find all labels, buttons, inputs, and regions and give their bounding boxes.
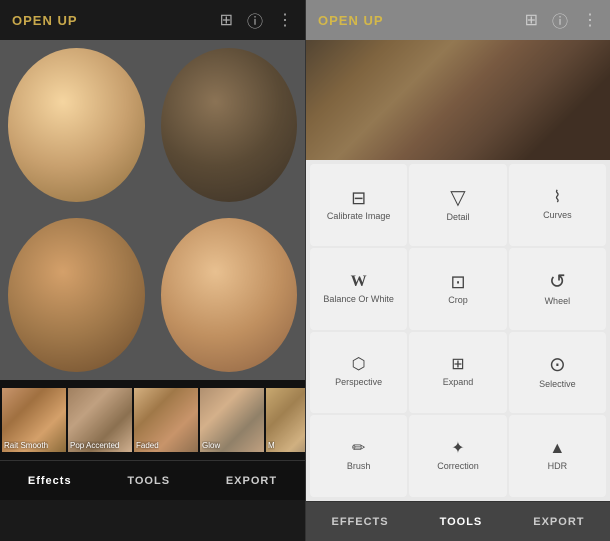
correction-label: Correction <box>437 461 479 471</box>
more-icon[interactable]: ⋮ <box>277 10 293 30</box>
perspective-label: Perspective <box>335 377 382 387</box>
right-preview-image <box>306 40 610 160</box>
calibrate-label: Calibrate Image <box>327 211 391 221</box>
right-layers-icon[interactable]: ⊞ <box>525 10 538 30</box>
tool-detail[interactable]: ▽ Detail <box>409 164 506 246</box>
tool-correction[interactable]: ✦ Correction <box>409 415 506 497</box>
crop-icon: ⊡ <box>450 273 465 291</box>
tool-crop[interactable]: ⊡ Crop <box>409 248 506 330</box>
tool-calibrate[interactable]: ⊟ Calibrate Image <box>310 164 407 246</box>
funko-top-left <box>8 48 145 202</box>
thumbnail-2[interactable]: Faded <box>134 388 198 452</box>
right-nav-export[interactable]: EXPORT <box>525 512 592 532</box>
main-image <box>0 40 305 380</box>
detail-label: Detail <box>446 212 469 222</box>
tool-hdr[interactable]: ▲ HDR <box>509 415 606 497</box>
curves-icon: ⌇ <box>553 190 561 206</box>
hdr-label: HDR <box>548 461 568 471</box>
right-bottom-nav: EFFECTS TOOLS EXPORT <box>306 501 610 541</box>
perspective-icon: ⬡ <box>352 357 366 373</box>
tool-brush[interactable]: ✏ Brush <box>310 415 407 497</box>
nav-tools[interactable]: TOOLS <box>119 471 178 491</box>
left-app-title: OPEN UP <box>12 13 78 28</box>
right-preview <box>306 40 610 160</box>
correction-icon: ✦ <box>451 441 464 457</box>
right-more-icon[interactable]: ⋮ <box>582 10 598 30</box>
brush-label: Brush <box>347 461 371 471</box>
left-bottom-nav: Effects TOOLS EXPORT <box>0 460 305 500</box>
funko-bottom-left <box>8 218 145 372</box>
right-top-icons: ⊞ ⓘ ⋮ <box>525 8 598 32</box>
thumbnail-4[interactable]: M <box>266 388 305 452</box>
curves-label: Curves <box>543 210 572 220</box>
tools-grid: ⊟ Calibrate Image ▽ Detail ⌇ Curves W Ba… <box>306 160 610 501</box>
left-top-icons: ⊞ ⓘ ⋮ <box>220 8 293 32</box>
tool-perspective[interactable]: ⬡ Perspective <box>310 332 407 414</box>
selective-icon: ⊙ <box>549 355 566 375</box>
wheel-icon: ↺ <box>549 272 566 292</box>
right-top-bar: OPEN UP ⊞ ⓘ ⋮ <box>306 0 610 40</box>
thumb-label-3: Glow <box>202 441 220 450</box>
detail-icon: ▽ <box>450 188 465 208</box>
white-balance-label: Balance Or White <box>323 294 394 304</box>
expand-icon: ⊞ <box>451 357 464 373</box>
right-info-icon[interactable]: ⓘ <box>552 8 568 32</box>
tool-white-balance[interactable]: W Balance Or White <box>310 248 407 330</box>
white-balance-icon: W <box>351 274 367 290</box>
nav-export[interactable]: EXPORT <box>218 471 285 491</box>
tool-selective[interactable]: ⊙ Selective <box>509 332 606 414</box>
calibrate-icon: ⊟ <box>351 189 366 207</box>
right-nav-effects[interactable]: EFFECTS <box>323 512 396 532</box>
expand-label: Expand <box>443 377 474 387</box>
tool-curves[interactable]: ⌇ Curves <box>509 164 606 246</box>
tool-wheel[interactable]: ↺ Wheel <box>509 248 606 330</box>
thumb-label-2: Faded <box>136 441 159 450</box>
crop-label: Crop <box>448 295 468 305</box>
wheel-label: Wheel <box>545 296 571 306</box>
right-panel: OPEN UP ⊞ ⓘ ⋮ ⊟ Calibrate Image ▽ Detail… <box>306 0 610 541</box>
funko-top-right <box>161 48 298 202</box>
tool-expand[interactable]: ⊞ Expand <box>409 332 506 414</box>
funko-image-grid <box>0 40 305 380</box>
info-icon[interactable]: ⓘ <box>247 8 263 32</box>
left-top-bar: OPEN UP ⊞ ⓘ ⋮ <box>0 0 305 40</box>
thumbnail-0[interactable]: Rait Smooth <box>2 388 66 452</box>
thumb-label-4: M <box>268 441 275 450</box>
nav-effects[interactable]: Effects <box>20 471 80 491</box>
layers-icon[interactable]: ⊞ <box>220 10 233 30</box>
thumbnail-1[interactable]: Pop Accented <box>68 388 132 452</box>
selective-label: Selective <box>539 379 576 389</box>
right-app-title: OPEN UP <box>318 13 384 28</box>
funko-bottom-right <box>161 218 298 372</box>
right-nav-tools[interactable]: TOOLS <box>432 512 491 532</box>
thumb-label-1: Pop Accented <box>70 441 119 450</box>
left-panel: OPEN UP ⊞ ⓘ ⋮ Rait Smooth Pop Accented F… <box>0 0 305 541</box>
brush-icon: ✏ <box>352 441 365 457</box>
thumbnails-strip: Rait Smooth Pop Accented Faded Glow M <box>0 380 305 460</box>
hdr-icon: ▲ <box>549 441 565 457</box>
thumbnail-3[interactable]: Glow <box>200 388 264 452</box>
thumb-label-0: Rait Smooth <box>4 441 48 450</box>
